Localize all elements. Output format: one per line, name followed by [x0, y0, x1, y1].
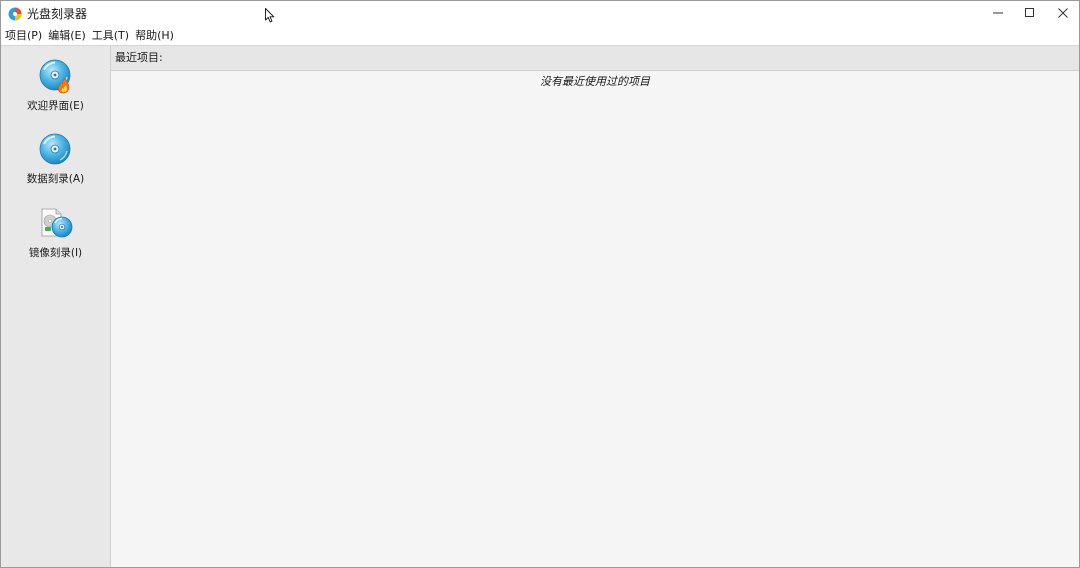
- sidebar-item-welcome[interactable]: 欢迎界面(E): [1, 59, 110, 123]
- recent-projects-title: 最近项目:: [115, 51, 163, 64]
- disc-image-file-icon: [41, 208, 72, 238]
- mouse-pointer-icon: [265, 8, 275, 23]
- close-button[interactable]: [1046, 1, 1079, 25]
- close-icon: [1058, 8, 1068, 18]
- menu-bar: 项目(P) 编辑(E) 工具(T) 帮助(H): [1, 27, 1079, 46]
- main-content: 最近项目: 没有最近使用过的项目: [111, 46, 1079, 567]
- menu-edit[interactable]: 编辑(E): [45, 27, 89, 45]
- sidebar-item-data-burn[interactable]: 数据刻录(A): [1, 132, 110, 196]
- disc-flame-icon: [39, 59, 70, 94]
- menu-project[interactable]: 项目(P): [1, 27, 45, 45]
- maximize-button[interactable]: [1013, 1, 1047, 25]
- sidebar-item-label: 数据刻录(A): [26, 173, 85, 185]
- sidebar: 欢迎界面(E) 数据刻录(A) 镜像刻录(I): [1, 46, 111, 567]
- minimize-icon: [993, 12, 1003, 14]
- sidebar-item-image-burn[interactable]: 镜像刻录(I): [1, 206, 110, 270]
- maximize-icon: [1025, 8, 1034, 17]
- app-disc-icon: [8, 7, 22, 21]
- empty-recent-message: 没有最近使用过的项目: [540, 75, 650, 88]
- minimize-button[interactable]: [981, 1, 1015, 25]
- sidebar-item-label: 镜像刻录(I): [28, 247, 83, 259]
- sidebar-item-label: 欢迎界面(E): [27, 100, 84, 112]
- disc-icon: [39, 133, 70, 165]
- menu-help[interactable]: 帮助(H): [132, 27, 177, 45]
- title-bar[interactable]: 光盘刻录器: [1, 1, 1079, 27]
- recent-projects-header: 最近项目:: [111, 46, 1079, 71]
- menu-tools[interactable]: 工具(T): [89, 27, 132, 45]
- app-window: 光盘刻录器 项目(P) 编辑(E) 工具(T) 帮助(H) 欢迎界面(E) 数据…: [0, 0, 1080, 568]
- window-title: 光盘刻录器: [27, 7, 88, 21]
